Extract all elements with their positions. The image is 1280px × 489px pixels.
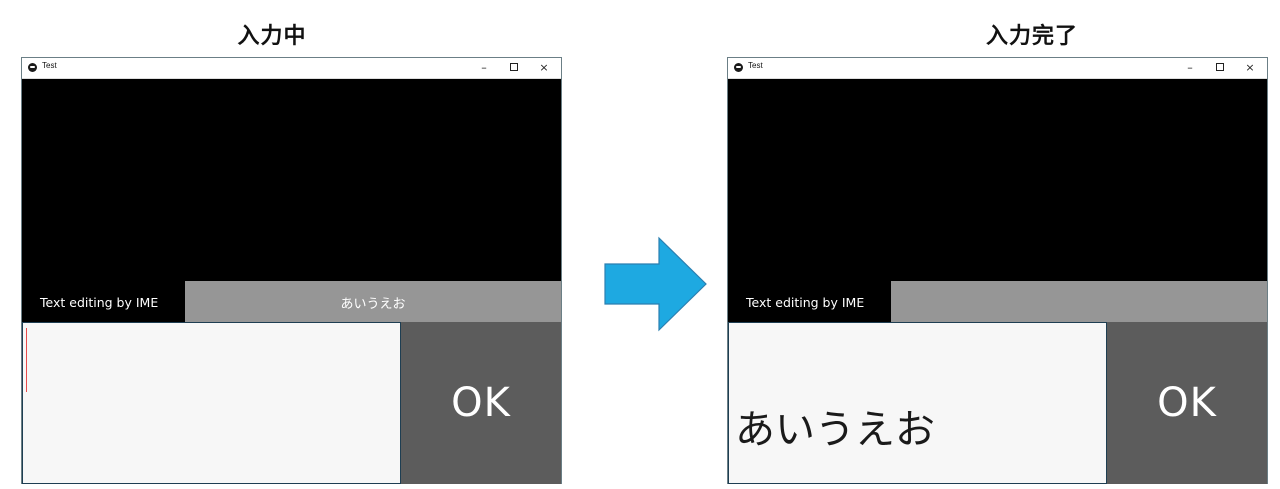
text-input-field[interactable]: あいうえお xyxy=(728,322,1107,484)
title-bar[interactable]: Test – × xyxy=(728,58,1267,79)
minimize-icon[interactable]: – xyxy=(1181,60,1199,76)
input-value: あいうえお xyxy=(735,407,935,453)
ok-button[interactable]: OK xyxy=(1107,322,1267,484)
panel-caption-editing: 入力中 xyxy=(237,24,307,49)
text-caret xyxy=(26,328,27,392)
maximize-icon[interactable] xyxy=(505,60,523,76)
text-input-field[interactable] xyxy=(22,322,401,484)
right-arrow-icon xyxy=(604,236,707,332)
ok-button-label: OK xyxy=(451,380,511,426)
ok-button[interactable]: OK xyxy=(401,322,561,484)
ime-label: Text editing by IME xyxy=(746,295,865,310)
maximize-icon[interactable] xyxy=(1211,60,1229,76)
label-bar: Text editing by IME xyxy=(728,281,891,322)
panel-caption-complete: 入力完了 xyxy=(985,24,1078,49)
app-icon xyxy=(28,63,37,72)
app-icon xyxy=(734,63,743,72)
close-icon[interactable]: × xyxy=(535,60,553,76)
ime-composition-bar: あいうえお xyxy=(185,281,561,322)
title-bar[interactable]: Test – × xyxy=(22,58,561,79)
app-window-complete: Test – × Text editing by IME あいうえお OK xyxy=(727,57,1268,484)
app-window-editing: Test – × Text editing by IME あいうえお OK xyxy=(21,57,562,484)
window-title: Test xyxy=(42,61,57,70)
label-bar: Text editing by IME xyxy=(22,281,185,322)
window-title: Test xyxy=(748,61,763,70)
minimize-icon[interactable]: – xyxy=(475,60,493,76)
ime-composition-text: あいうえお xyxy=(340,297,406,312)
ime-composition-bar xyxy=(891,281,1267,322)
close-icon[interactable]: × xyxy=(1241,60,1259,76)
ime-label: Text editing by IME xyxy=(40,295,159,310)
ok-button-label: OK xyxy=(1157,380,1217,426)
